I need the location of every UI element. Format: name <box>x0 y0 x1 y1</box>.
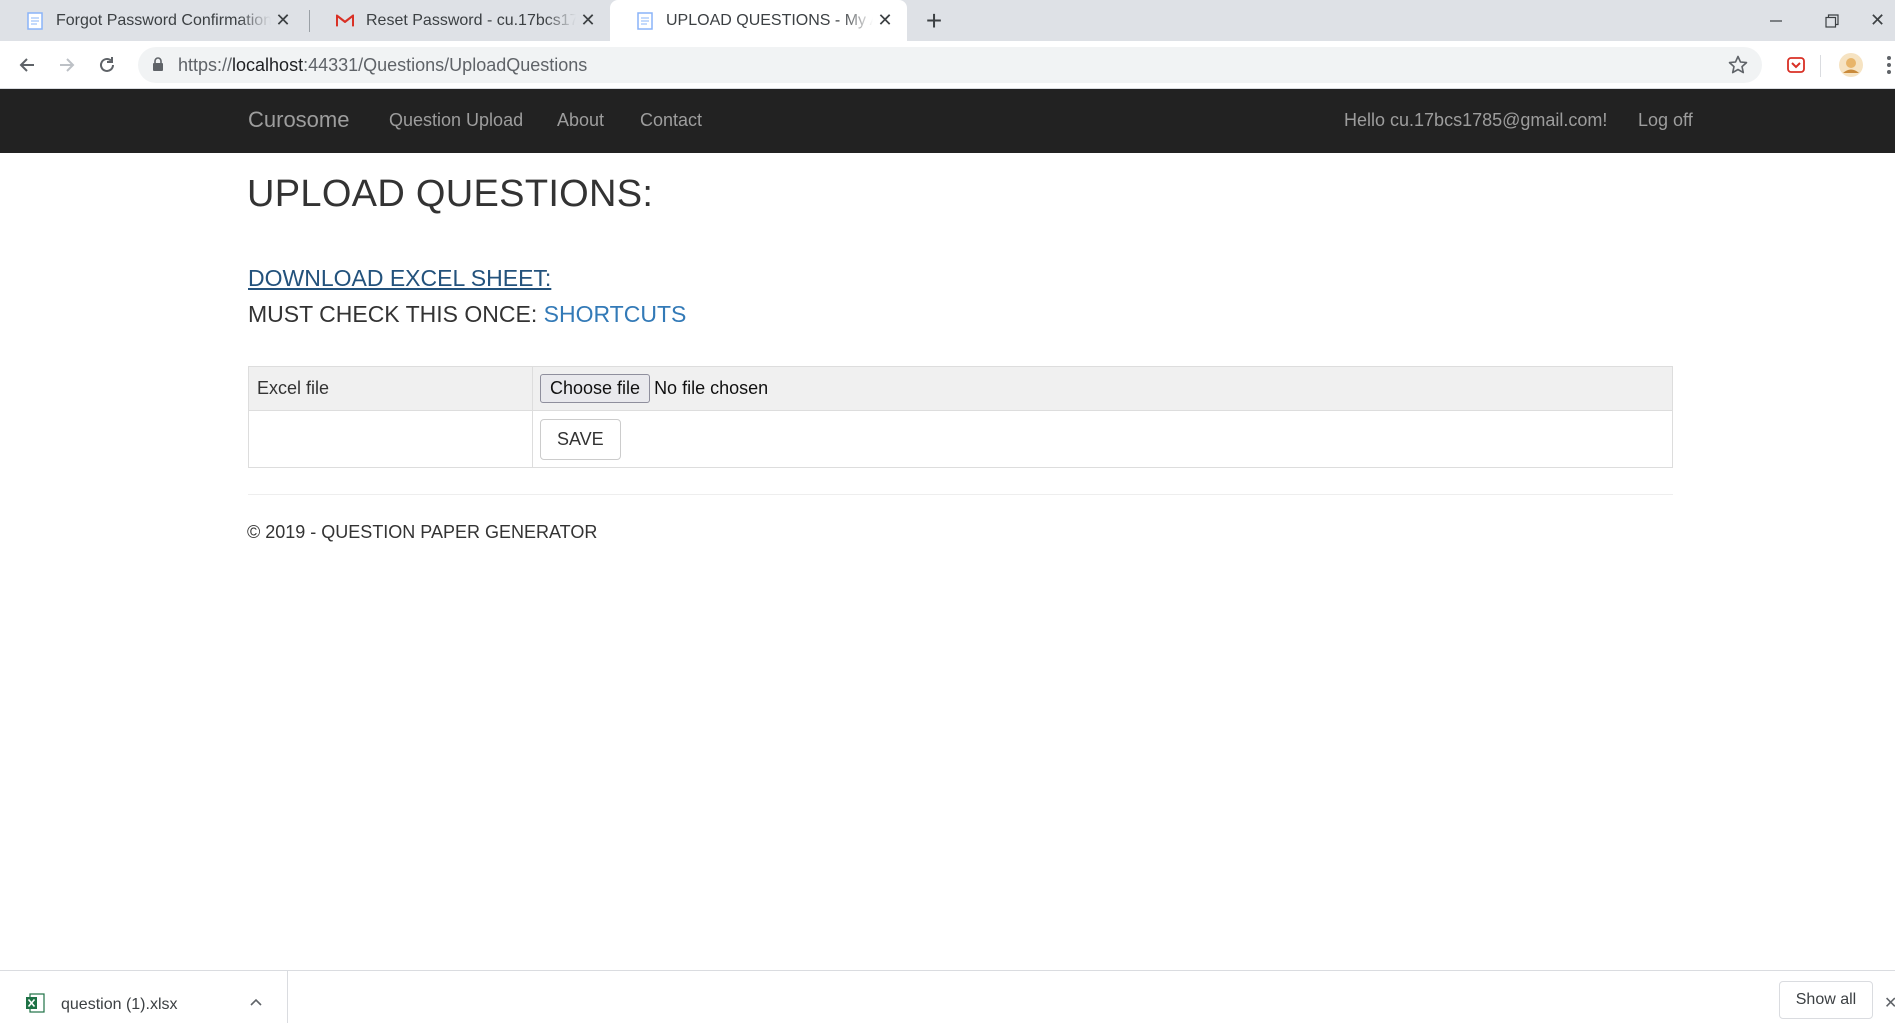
browser-toolbar: https://localhost:44331/Questions/Upload… <box>0 41 1895 89</box>
close-icon[interactable]: ✕ <box>576 9 600 33</box>
download-file-name: question (1).xlsx <box>61 996 178 1013</box>
window-close-icon[interactable]: ✕ <box>1860 0 1895 41</box>
no-file-text: No file chosen <box>654 378 769 398</box>
tab-title: Forgot Password Confirmation - My ASP.NE… <box>56 11 271 29</box>
lock-icon <box>152 57 164 77</box>
download-excel-link[interactable]: DOWNLOAD EXCEL SHEET: <box>248 265 551 292</box>
page-icon <box>26 11 44 30</box>
must-check-line: MUST CHECK THIS ONCE: SHORTCUTS <box>248 301 686 328</box>
address-bar[interactable]: https://localhost:44331/Questions/Upload… <box>138 47 1762 83</box>
must-check-label: MUST CHECK THIS ONCE: <box>248 301 544 327</box>
user-greeting-link[interactable]: Hello cu.17bcs1785@gmail.com! <box>1344 110 1607 131</box>
gmail-icon <box>336 12 354 30</box>
bookmark-star-icon[interactable] <box>1726 53 1750 77</box>
nav-link-contact[interactable]: Contact <box>640 110 702 131</box>
upload-form-table: Excel file Choose file No file chosen SAV… <box>248 366 1673 468</box>
tab-forgot-password[interactable]: Forgot Password Confirmation - My ASP.NE… <box>0 0 305 41</box>
url-text: https://localhost:44331/Questions/Upload… <box>178 55 588 75</box>
restore-icon[interactable] <box>1804 0 1860 41</box>
nav-link-about[interactable]: About <box>557 110 604 131</box>
reload-icon[interactable] <box>92 50 122 80</box>
tab-upload-questions[interactable]: UPLOAD QUESTIONS - My ASP.NET Applicatio… <box>610 0 907 41</box>
brand-link[interactable]: Curosome <box>248 107 349 133</box>
excel-file-icon <box>25 993 45 1018</box>
new-tab-button[interactable]: + <box>920 5 948 36</box>
show-all-button[interactable]: Show all <box>1779 981 1873 1019</box>
empty-cell <box>248 410 533 468</box>
file-input-cell: Choose file No file chosen <box>532 366 1673 411</box>
minimize-icon[interactable] <box>1748 0 1804 41</box>
table-row: SAVE <box>248 410 1673 468</box>
tab-title: UPLOAD QUESTIONS - My ASP.NET Applicatio… <box>666 11 873 29</box>
close-icon[interactable]: ✕ <box>873 9 897 33</box>
footer-text: © 2019 - QUESTION PAPER GENERATOR <box>247 522 598 542</box>
logoff-link[interactable]: Log off <box>1638 110 1693 131</box>
menu-dots-icon[interactable] <box>1882 52 1895 78</box>
page-title: UPLOAD QUESTIONS: <box>247 173 654 215</box>
toolbar-divider <box>1820 55 1821 77</box>
tab-title: Reset Password - cu.17bcs1785@gmail.com … <box>366 11 576 29</box>
save-cell: SAVE <box>532 410 1673 468</box>
save-button[interactable]: SAVE <box>540 418 621 460</box>
forward-arrow-icon[interactable] <box>52 50 82 80</box>
footer-divider <box>248 494 1673 495</box>
back-arrow-icon[interactable] <box>12 50 42 80</box>
close-icon[interactable]: ✕ <box>1884 993 1895 1013</box>
close-icon[interactable]: ✕ <box>271 9 295 33</box>
profile-avatar[interactable] <box>1838 52 1864 78</box>
page-icon <box>636 11 654 30</box>
download-item[interactable]: question (1).xlsx <box>0 971 288 1023</box>
site-navbar: Curosome Question Upload About Contact H… <box>0 89 1895 153</box>
download-shelf: question (1).xlsx Show all ✕ <box>0 970 1895 1023</box>
choose-file-button[interactable]: Choose file <box>540 374 651 403</box>
browser-tab-strip: Forgot Password Confirmation - My ASP.NE… <box>0 0 1895 41</box>
nav-link-question-upload[interactable]: Question Upload <box>389 110 523 131</box>
pocket-extension-icon[interactable] <box>1783 52 1809 78</box>
excel-file-label: Excel file <box>248 366 533 411</box>
table-row: Excel file Choose file No file chosen <box>248 366 1673 411</box>
shortcuts-link[interactable]: SHORTCUTS <box>544 301 687 327</box>
chevron-up-icon[interactable] <box>250 993 262 1011</box>
tab-reset-password[interactable]: Reset Password - cu.17bcs1785@gmail.com … <box>310 0 610 41</box>
